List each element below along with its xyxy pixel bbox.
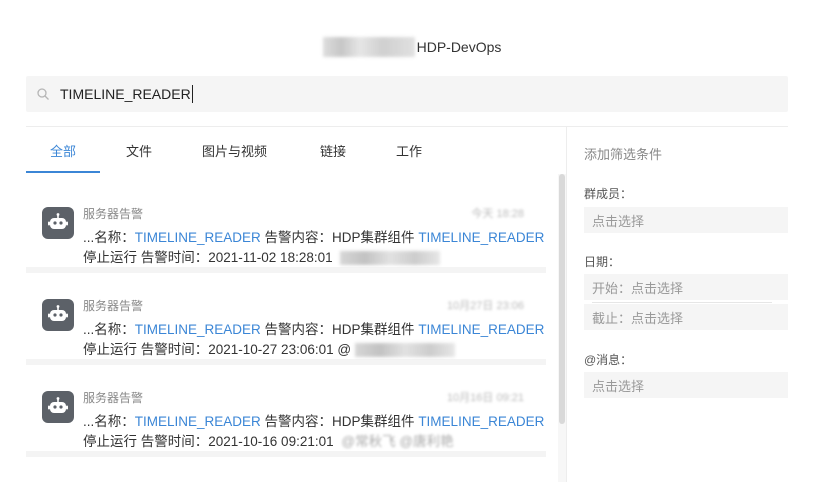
- blurred-mentions: @常秋飞 @唐利艳: [341, 434, 454, 449]
- robot-icon: [48, 213, 68, 229]
- tab-work[interactable]: 工作: [396, 127, 422, 173]
- message-time: 今天 18:28: [471, 208, 524, 220]
- sender-name: 服务器告警: [83, 207, 144, 221]
- members-label: 群成员：: [584, 187, 633, 201]
- text-caret: [191, 85, 193, 103]
- date-end-select[interactable]: 截止：点击选择: [584, 304, 788, 330]
- avatar: [42, 391, 74, 423]
- window-title-bar: HDP-DevOps: [0, 34, 824, 60]
- search-input[interactable]: TIMELINE_READER: [60, 86, 191, 102]
- tab-files[interactable]: 文件: [126, 127, 152, 173]
- window-title: HDP-DevOps: [416, 39, 502, 55]
- avatar: [42, 299, 74, 331]
- keyword-highlight: TIMELINE_READER: [134, 414, 261, 429]
- mention-select[interactable]: 点击选择: [584, 372, 788, 398]
- avatar: [42, 207, 74, 239]
- blurred-mentions: [340, 251, 441, 266]
- keyword-highlight: TIMELINE_READER: [418, 230, 545, 245]
- results-scrollbar[interactable]: [558, 174, 566, 482]
- message-line-1: ...名称：TIMELINE_READER 告警内容：HDP集群组件 TIMEL…: [83, 322, 545, 337]
- message-line-2: 停止运行 告警时间：2021-10-16 09:21:01 @常秋飞 @唐利艳: [83, 434, 454, 449]
- blurred-mentions: [355, 343, 456, 358]
- search-bar[interactable]: TIMELINE_READER: [26, 76, 788, 112]
- date-label: 日期：: [584, 255, 621, 269]
- sender-name: 服务器告警: [83, 299, 144, 313]
- search-icon: [37, 88, 49, 100]
- keyword-highlight: TIMELINE_READER: [418, 414, 545, 429]
- keyword-highlight: TIMELINE_READER: [418, 322, 545, 337]
- result-item[interactable]: 服务器告警 今天 18:28 ...名称：TIMELINE_READER 告警内…: [26, 185, 546, 273]
- tab-all[interactable]: 全部: [25, 127, 101, 173]
- message-time: 10月16日 09:21: [446, 392, 524, 404]
- tab-media[interactable]: 图片与视频: [202, 127, 267, 173]
- robot-icon: [48, 305, 68, 321]
- keyword-highlight: TIMELINE_READER: [134, 322, 261, 337]
- date-start-select[interactable]: 开始：点击选择: [584, 274, 788, 300]
- keyword-highlight: TIMELINE_READER: [134, 230, 261, 245]
- sender-name: 服务器告警: [83, 391, 144, 405]
- message-time: 10月27日 23:06: [446, 300, 524, 312]
- results-list: 服务器告警 今天 18:28 ...名称：TIMELINE_READER 告警内…: [26, 185, 546, 482]
- message-line-1: ...名称：TIMELINE_READER 告警内容：HDP集群组件 TIMEL…: [83, 230, 545, 245]
- members-select[interactable]: 点击选择: [584, 207, 788, 233]
- tab-bar: 全部 文件 图片与视频 链接 工作: [25, 127, 566, 173]
- result-item[interactable]: 服务器告警 10月16日 09:21 ...名称：TIMELINE_READER…: [26, 369, 546, 457]
- message-line-1: ...名称：TIMELINE_READER 告警内容：HDP集群组件 TIMEL…: [83, 414, 545, 429]
- filter-panel: 添加筛选条件 群成员： 点击选择 日期： 开始：点击选择 截止：点击选择 @消息…: [567, 127, 788, 482]
- result-item[interactable]: 服务器告警 10月27日 23:06 ...名称：TIMELINE_READER…: [26, 277, 546, 365]
- tab-links[interactable]: 链接: [320, 127, 346, 173]
- mention-label: @消息：: [584, 353, 633, 367]
- robot-icon: [48, 397, 68, 413]
- blurred-group-name: [322, 37, 415, 57]
- filter-title: 添加筛选条件: [584, 147, 663, 162]
- message-line-2: 停止运行 告警时间：2021-10-27 23:06:01 @: [83, 338, 456, 358]
- scrollbar-thumb[interactable]: [559, 174, 565, 424]
- message-line-2: 停止运行 告警时间：2021-11-02 18:28:01: [83, 246, 441, 266]
- date-divider: [592, 302, 772, 303]
